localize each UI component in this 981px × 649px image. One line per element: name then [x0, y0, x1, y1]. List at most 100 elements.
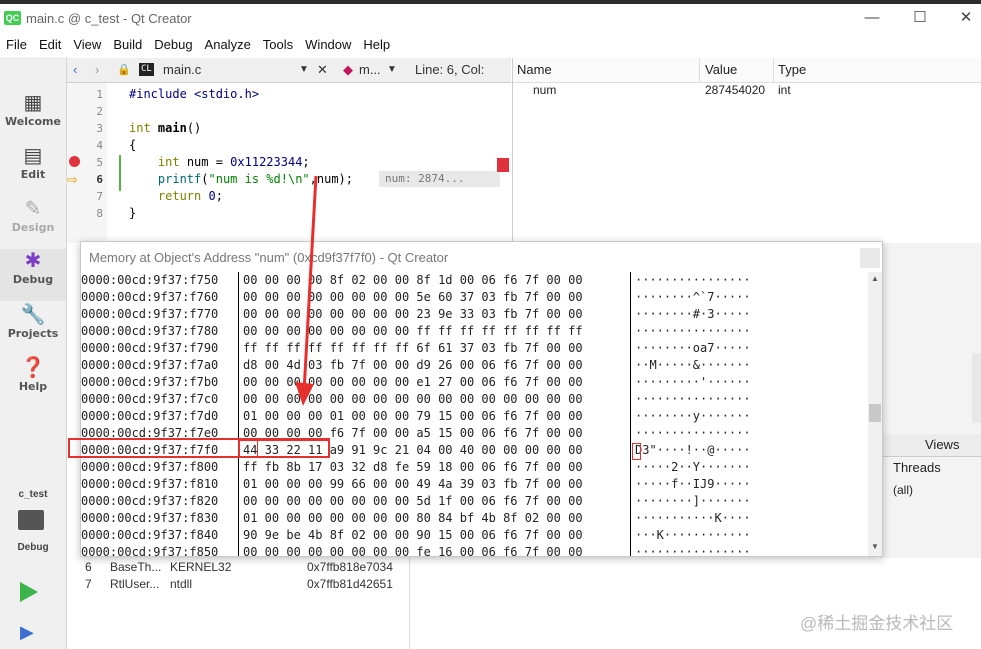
memory-ascii[interactable]: ········y······· — [635, 408, 751, 425]
memory-hex[interactable]: 00 00 00 00 00 00 00 00 5d 1f 00 06 f6 7… — [243, 493, 583, 510]
menu-view[interactable]: View — [67, 32, 107, 57]
current-line-arrow-icon: ⇨ — [67, 172, 78, 187]
annotation-arrow — [295, 175, 318, 406]
file-combo[interactable]: main.c — [163, 61, 201, 79]
pencil-icon: ✎ — [24, 198, 42, 220]
dialog-close-button[interactable] — [860, 248, 880, 268]
memory-ascii[interactable]: ·········'······ — [635, 374, 751, 391]
mode-design[interactable]: ✎ Design — [0, 197, 66, 249]
file-type-icon: CL — [139, 63, 154, 76]
memory-ascii[interactable]: ··M·····&······· — [635, 357, 751, 374]
maximize-button[interactable]: ☐ — [897, 5, 943, 31]
menu-tools[interactable]: Tools — [257, 32, 299, 57]
memory-grid[interactable]: 0000:00cd:9f37:f750 00 00 00 00 8f 02 00 … — [81, 272, 866, 556]
memory-address: 0000:00cd:9f37:f800 — [81, 460, 219, 474]
views-button[interactable]: Views — [925, 437, 959, 452]
forward-icon[interactable]: › — [95, 61, 99, 79]
menu-build[interactable]: Build — [107, 32, 148, 57]
close-button[interactable]: ✕ — [943, 5, 981, 31]
watermark: @稀土掘金技术社区 — [800, 614, 954, 633]
debug-run-icon[interactable]: ▶ — [20, 622, 34, 643]
breakpoint-icon[interactable] — [69, 156, 80, 167]
code-include: #include <stdio.h> — [129, 87, 260, 101]
question-icon: ❓ — [20, 357, 46, 379]
mode-edit[interactable]: ▤ Edit — [0, 144, 66, 196]
code-function: printf — [157, 172, 202, 186]
mode-debug[interactable]: ✱ Debug — [0, 249, 66, 301]
side-scrollbar[interactable] — [972, 353, 981, 423]
function-combo[interactable]: m... — [359, 61, 381, 79]
memory-hex[interactable]: 01 00 00 00 00 00 00 00 80 84 bf 4b 8f 0… — [243, 510, 583, 527]
memory-ascii[interactable]: ·····f··IJ9····· — [635, 476, 751, 493]
memory-hex[interactable]: 01 00 00 00 99 66 00 00 49 4a 39 03 fb 7… — [243, 476, 583, 493]
var-name: num — [533, 83, 557, 97]
scroll-down-icon[interactable]: ▼ — [871, 542, 879, 551]
menu-debug[interactable]: Debug — [148, 32, 198, 57]
column-name[interactable]: Name — [517, 62, 552, 77]
mode-projects[interactable]: 🔧 Projects — [0, 303, 66, 355]
memory-ascii[interactable]: ···K············ — [635, 527, 751, 544]
memory-ascii[interactable]: D3"····!··@····· — [635, 442, 751, 459]
minimize-button[interactable]: — — [849, 5, 895, 31]
var-value: 287454020 — [705, 83, 766, 97]
menu-help[interactable]: Help — [357, 32, 396, 57]
stack-level: 6 — [85, 560, 92, 574]
memory-ascii[interactable]: ················ — [635, 425, 751, 442]
column-type[interactable]: Type — [778, 62, 806, 77]
memory-hex[interactable]: 00 00 00 00 00 00 00 00 fe 16 00 06 f6 7… — [243, 544, 583, 556]
menu-window[interactable]: Window — [299, 32, 357, 57]
scroll-thumb[interactable] — [869, 404, 881, 422]
stack-file: KERNEL32 — [170, 560, 232, 574]
memory-ascii[interactable]: ········]······· — [635, 493, 751, 510]
line-number: 1 — [96, 88, 103, 101]
memory-ascii[interactable]: ·····2··Y······· — [635, 459, 751, 476]
menu-file[interactable]: File — [0, 32, 33, 57]
menu-analyze[interactable]: Analyze — [199, 32, 257, 57]
mode-label: Design — [11, 221, 55, 234]
code-text: } — [129, 206, 137, 220]
code-text: ( — [201, 172, 209, 186]
memory-hex[interactable]: 90 9e be 4b 8f 02 00 00 90 15 00 06 f6 7… — [243, 527, 583, 544]
mode-sidebar: ▦ Welcome ▤ Edit ✎ Design ✱ Debug 🔧 Proj… — [0, 57, 67, 649]
menu-edit[interactable]: Edit — [33, 32, 67, 57]
kit-mode: Debug — [17, 542, 49, 553]
memory-hex[interactable]: ff fb 8b 17 03 32 d8 fe 59 18 00 06 f6 7… — [243, 459, 583, 476]
line-number: 5 — [96, 156, 103, 169]
chevron-down-icon[interactable]: ▼ — [387, 61, 397, 79]
memory-ascii[interactable]: ········#·3····· — [635, 306, 751, 323]
chevron-down-icon[interactable]: ▼ — [299, 61, 309, 79]
memory-address: 0000:00cd:9f37:f780 — [81, 324, 219, 338]
memory-ascii[interactable]: ················ — [635, 323, 751, 340]
mode-help[interactable]: ❓ Help — [0, 356, 66, 408]
threads-combo[interactable]: (all) — [893, 483, 913, 497]
memory-scrollbar[interactable]: ▲ ▼ — [868, 272, 882, 556]
stack-function: BaseTh... — [110, 560, 162, 574]
line-number: 3 — [96, 122, 103, 135]
breakpoint-scroll-marker — [497, 158, 509, 172]
code-editor[interactable]: 1 2 3 4 5 6 7 8 ⇨ #include <stdio.h> int… — [67, 83, 511, 243]
mode-label: Help — [18, 380, 48, 393]
memory-ascii[interactable]: ···········K···· — [635, 510, 751, 527]
stack-address: 0x7ffb81d42651 — [307, 577, 393, 591]
qt-logo-icon: QC — [4, 11, 21, 25]
close-file-icon[interactable]: ✕ — [317, 61, 328, 79]
memory-ascii[interactable]: ················ — [635, 272, 751, 289]
locals-view: Name Value Type num 287454020 int — [512, 58, 981, 243]
memory-ascii[interactable]: ········^`7····· — [635, 289, 751, 306]
back-icon[interactable]: ‹ — [73, 61, 77, 79]
monitor-icon[interactable] — [18, 510, 44, 530]
column-value[interactable]: Value — [705, 62, 737, 77]
memory-address: 0000:00cd:9f37:f760 — [81, 290, 219, 304]
code-function: main — [157, 121, 187, 135]
memory-ascii[interactable]: ················ — [635, 391, 751, 408]
run-icon[interactable] — [20, 582, 38, 602]
scroll-up-icon[interactable]: ▲ — [871, 274, 879, 283]
mode-welcome[interactable]: ▦ Welcome — [0, 91, 66, 143]
memory-title: Memory at Object's Address "num" (0xcd9f… — [89, 250, 449, 265]
line-gutter[interactable]: 1 2 3 4 5 6 7 8 ⇨ — [67, 83, 107, 243]
change-marker — [119, 155, 121, 191]
line-number: 2 — [96, 105, 103, 118]
memory-ascii[interactable]: ········oa7····· — [635, 340, 751, 357]
memory-ascii[interactable]: ················ — [635, 544, 751, 556]
